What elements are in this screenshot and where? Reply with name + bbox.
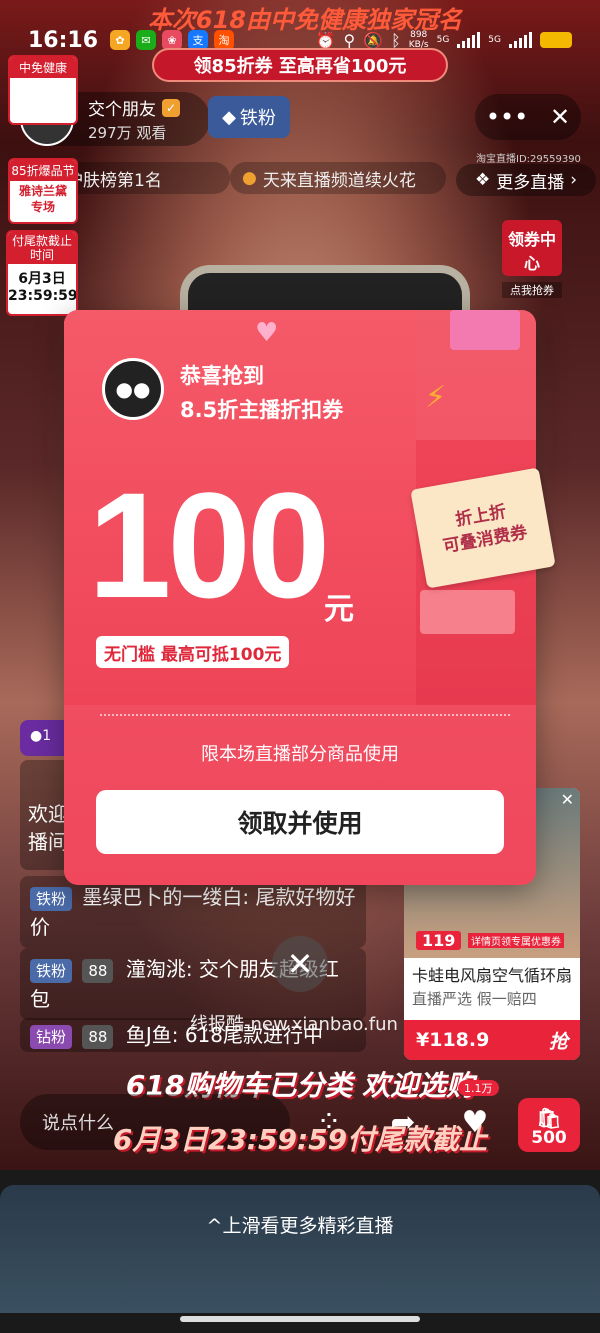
product-image-caption: 详情页领专属优惠券 bbox=[468, 933, 564, 948]
status-time: 16:16 bbox=[28, 27, 99, 53]
promo-badge[interactable]: 85折爆品节 雅诗兰黛专场 bbox=[8, 158, 78, 224]
promo-overlay-line2: 6月3日23:59:59付尾款截止 bbox=[112, 1123, 488, 1156]
cart-button[interactable]: 🛍 500 bbox=[518, 1098, 580, 1152]
flame-icon: ● bbox=[242, 168, 257, 188]
like-icon[interactable]: ♥ bbox=[452, 1100, 498, 1146]
network-type-1: 5G bbox=[436, 35, 450, 45]
host-info: 交个朋友 ✓ 297万 观看 bbox=[88, 95, 180, 143]
host-name-row: 交个朋友 ✓ bbox=[88, 95, 180, 120]
promo-badge-body: 雅诗兰黛专场 bbox=[18, 184, 67, 214]
decor-sticker bbox=[450, 310, 520, 350]
channel-text: 天来直播频道续火花 bbox=[262, 170, 416, 191]
level-tag: 88 bbox=[82, 958, 114, 983]
home-indicator[interactable] bbox=[180, 1316, 420, 1322]
battery-icon bbox=[540, 32, 572, 48]
viewer-count: 297万 观看 bbox=[88, 124, 167, 142]
ticket-edge bbox=[420, 590, 515, 634]
coupon-unit: 元 bbox=[324, 592, 354, 627]
chevron-right-icon: › bbox=[570, 170, 578, 190]
buy-button[interactable]: 抢 bbox=[549, 1027, 568, 1054]
deadline-date: 6月3日 bbox=[18, 271, 66, 287]
more-options-icon[interactable]: ••• bbox=[486, 103, 528, 131]
coupon-threshold: 无门槛 最高可抵100元 bbox=[96, 636, 290, 668]
grid-menu-icon[interactable]: ⁘ bbox=[306, 1100, 352, 1146]
coupon-banner[interactable]: 领85折券 至高再省100元 bbox=[152, 48, 448, 82]
product-price: ¥118.9 bbox=[416, 1029, 490, 1051]
diamond-icon: ◆ bbox=[222, 106, 236, 128]
heart-icon: ♥ bbox=[255, 318, 279, 348]
signal-icon-2 bbox=[509, 32, 532, 48]
top-actions: ••• ✕ bbox=[475, 94, 581, 140]
product-title: 卡蛙电风扇空气循环扇 bbox=[412, 966, 573, 985]
deadline-header: 付尾款截止时间 bbox=[8, 232, 76, 264]
sponsor-badge[interactable]: 中免健康 bbox=[8, 55, 78, 125]
coupon-congrats: 恭喜抢到 bbox=[180, 364, 264, 388]
watermark: 线报酷-new.xianbao.fun bbox=[190, 1014, 398, 1035]
coupon-center-subtitle: 点我抢券 bbox=[502, 282, 562, 298]
chat-text: 墨绿巴卜的一缕白: 尾款好物好价 bbox=[30, 885, 356, 939]
product-tags: 直播严选 假一赔四 bbox=[412, 990, 537, 1008]
product-image-price: 119 bbox=[416, 931, 462, 950]
level-tag: 88 bbox=[82, 1024, 114, 1049]
fan-tag: 钻粉 bbox=[30, 1024, 73, 1049]
room-id: 淘宝直播ID:29559390 bbox=[476, 154, 581, 165]
coupon-divider bbox=[100, 714, 510, 716]
more-live-label: 更多直播 bbox=[496, 172, 565, 193]
coupon-center-widget[interactable]: 领券中心 点我抢券 bbox=[502, 220, 562, 298]
fan-tag: 铁粉 bbox=[30, 958, 73, 983]
coupon-type: 8.5折主播折扣券 bbox=[180, 398, 344, 422]
swipe-hint-text: ^上滑看更多精彩直播 bbox=[206, 1215, 394, 1237]
close-icon[interactable]: ✕ bbox=[550, 103, 570, 131]
chat-gift-pill: ●1 bbox=[20, 720, 70, 756]
channel-chip[interactable]: ● 天来直播频道续火花 bbox=[230, 162, 446, 194]
network-type-2: 5G bbox=[488, 35, 501, 45]
deadline-badge[interactable]: 付尾款截止时间 6月3日 23:59:59 bbox=[6, 230, 78, 316]
cart-count: 500 bbox=[531, 1128, 567, 1148]
close-icon[interactable]: ✕ bbox=[561, 790, 574, 809]
deadline-time: 23:59:59 bbox=[8, 288, 78, 304]
close-popup-icon[interactable]: ✕ bbox=[272, 936, 328, 992]
host-name: 交个朋友 bbox=[88, 100, 156, 120]
chat-message: 铁粉 墨绿巴卜的一缕白: 尾款好物好价 bbox=[20, 876, 366, 948]
cart-icon: 🛍 bbox=[536, 1106, 562, 1130]
coupon-scope: 限本场直播部分商品使用 bbox=[201, 744, 399, 765]
coupon-host-avatar: ●● bbox=[102, 358, 164, 420]
swipe-up-hint[interactable]: ^上滑看更多精彩直播 bbox=[0, 1185, 600, 1313]
fan-tag: 铁粉 bbox=[30, 886, 73, 911]
chat-welcome-text: 欢迎 播间 bbox=[28, 802, 68, 854]
promo-badge-header: 85折爆品节 bbox=[10, 160, 76, 181]
verified-icon: ✓ bbox=[162, 98, 180, 117]
more-live-button[interactable]: ❖ 更多直播 › bbox=[456, 164, 596, 196]
coupon-amount: 100 bbox=[88, 461, 330, 629]
like-count: 1.1万 bbox=[458, 1080, 499, 1096]
sponsor-headline: 本次618由中免健康独家冠名 bbox=[147, 6, 463, 34]
lightning-icon: ⚡ bbox=[425, 380, 447, 415]
claim-and-use-button[interactable]: 领取并使用 bbox=[96, 790, 504, 854]
sponsor-badge-label: 中免健康 bbox=[10, 57, 76, 78]
product-buy-bar[interactable]: ¥118.9 抢 bbox=[404, 1020, 580, 1060]
share-icon[interactable]: ➦ bbox=[380, 1100, 426, 1146]
soul-icon: ✿ bbox=[110, 30, 131, 50]
fan-level-button[interactable]: ◆ 铁粉 bbox=[208, 96, 290, 138]
fan-level-label: 铁粉 bbox=[239, 108, 276, 129]
grid-icon: ❖ bbox=[474, 170, 491, 190]
coupon-center-title: 领券中心 bbox=[507, 230, 556, 273]
